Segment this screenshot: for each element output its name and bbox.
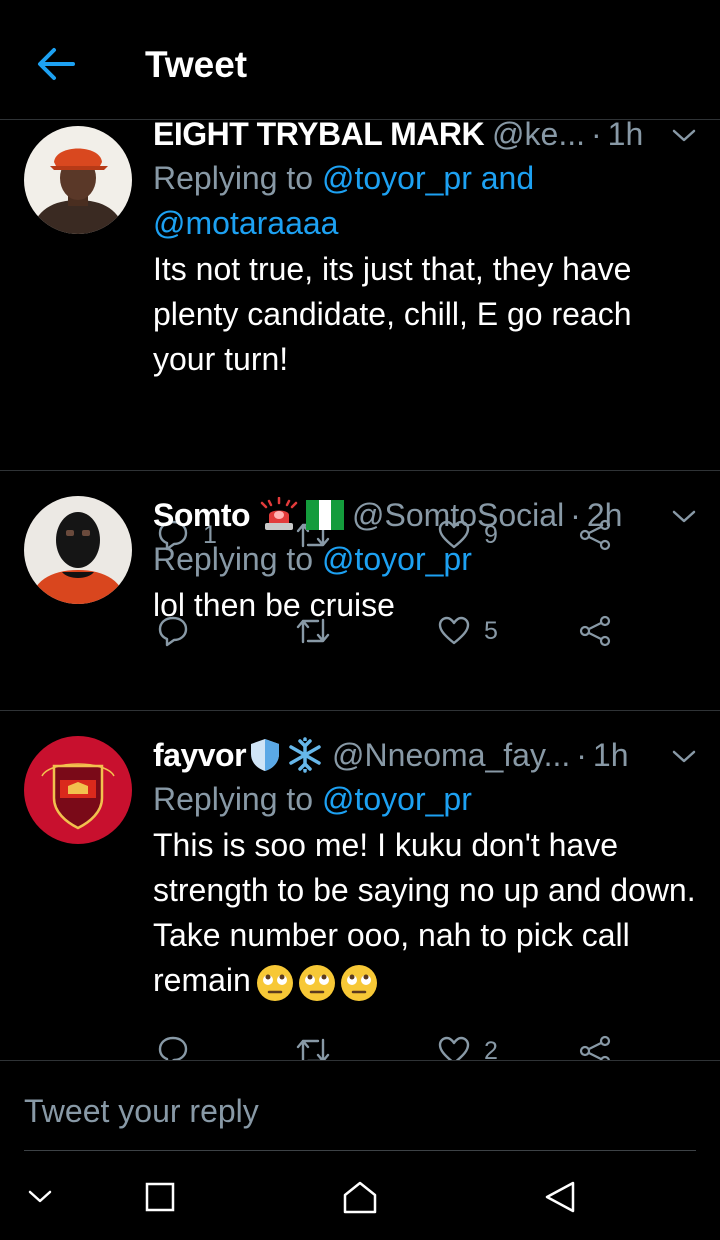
avatar[interactable]: [24, 126, 132, 234]
author-handle[interactable]: @SomtoSocial: [352, 493, 564, 537]
tweet-reply-input[interactable]: Tweet your reply: [24, 1085, 696, 1151]
reply-icon: [158, 1036, 188, 1060]
back-button[interactable]: [36, 44, 76, 84]
avatar[interactable]: [24, 736, 132, 844]
tweet-meta: Somto @SomtoSocial · 2h: [153, 493, 703, 537]
share-button[interactable]: [578, 611, 612, 651]
mention-link[interactable]: @toyor_pr: [322, 160, 472, 196]
tweet-text-content: This is soo me! I kuku don't have streng…: [153, 827, 696, 998]
tweet-actions: 2: [153, 1031, 713, 1060]
replying-to: Replying to @toyor_pr and @motaraaaa: [153, 156, 703, 246]
snowflake-emoji: [286, 736, 324, 774]
replying-to-label: Replying to: [153, 160, 314, 196]
heart-icon: [438, 1036, 470, 1060]
tweet-text: This is soo me! I kuku don't have streng…: [153, 823, 703, 1003]
chevron-down-icon[interactable]: [671, 509, 697, 525]
heart-icon: [438, 616, 470, 645]
mention-link[interactable]: @toyor_pr: [322, 781, 472, 817]
author-handle[interactable]: @ke...: [492, 120, 585, 156]
replying-to-label: Replying to: [153, 541, 314, 577]
nigeria-flag-emoji: [306, 500, 345, 530]
reply-button[interactable]: [157, 611, 189, 651]
like-button[interactable]: 2: [438, 1031, 498, 1060]
retweet-icon: [296, 1038, 330, 1060]
shield-emoji: [248, 737, 282, 773]
replying-to: Replying to @toyor_pr: [153, 777, 703, 822]
separator-dot: ·: [576, 737, 587, 773]
share-icon: [579, 615, 611, 647]
arrow-left-icon: [38, 48, 75, 80]
chevron-down-icon[interactable]: [671, 749, 697, 765]
author-name[interactable]: EIGHT TRYBAL MARK: [153, 120, 485, 156]
chevron-down-icon: [28, 1190, 52, 1203]
separator-dot: ·: [591, 120, 602, 152]
tweet-reply[interactable]: fayvor @Nneoma_fay... · 1h Replying to @…: [0, 711, 720, 1060]
chevron-down-icon[interactable]: [671, 128, 697, 144]
tweet-text: Its not true, its just that, they have p…: [153, 251, 632, 377]
back-nav-button[interactable]: [538, 1175, 582, 1219]
tweet-meta: fayvor @Nneoma_fay... · 1h: [153, 733, 703, 777]
tweet-actions: 5: [153, 611, 713, 651]
like-count: 5: [484, 616, 498, 645]
mention-link[interactable]: @toyor_pr: [322, 541, 472, 577]
like-count: 2: [484, 1036, 498, 1061]
eye-roll-emoji: [339, 963, 379, 1003]
avatar[interactable]: [24, 496, 132, 604]
mention-link[interactable]: @motaraaaa: [153, 205, 338, 241]
author-name[interactable]: Somto: [153, 493, 251, 537]
tweet-time: 1h: [592, 737, 629, 773]
tweet-meta: EIGHT TRYBAL MARK @ke... · 1h: [153, 120, 703, 156]
like-button[interactable]: 5: [438, 611, 498, 651]
share-icon: [579, 1035, 611, 1060]
recents-square-icon: [145, 1182, 175, 1212]
system-nav-bar: [0, 1150, 720, 1240]
eye-roll-emoji: [255, 963, 295, 1003]
tweet-time: 1h: [607, 120, 644, 152]
reply-composer: Tweet your reply: [0, 1060, 720, 1151]
retweet-icon: [296, 618, 330, 644]
page-title: Tweet: [145, 44, 248, 85]
tweet-time: 2h: [586, 497, 623, 533]
top-app-bar: Tweet: [0, 0, 720, 120]
home-icon: [343, 1181, 377, 1214]
reply-button[interactable]: [157, 1031, 189, 1060]
police-light-emoji: [260, 497, 298, 533]
retweet-button[interactable]: [296, 611, 330, 651]
back-triangle-icon: [545, 1181, 575, 1213]
retweet-button[interactable]: [296, 1031, 330, 1060]
replying-to-and[interactable]: and: [481, 160, 534, 196]
tweet-reply[interactable]: EIGHT TRYBAL MARK @ke... · 1h Replying t…: [0, 120, 720, 551]
author-name[interactable]: fayvor: [153, 733, 247, 777]
reply-icon: [158, 616, 188, 647]
recents-button[interactable]: [138, 1175, 182, 1219]
separator-dot: ·: [570, 497, 581, 533]
hide-keyboard-button[interactable]: [18, 1175, 62, 1219]
author-handle[interactable]: @Nneoma_fay...: [332, 733, 570, 777]
reply-list: EIGHT TRYBAL MARK @ke... · 1h Replying t…: [0, 120, 720, 1060]
share-button[interactable]: [578, 1031, 612, 1060]
replying-to: Replying to @toyor_pr: [153, 537, 703, 582]
eye-roll-emoji: [297, 963, 337, 1003]
replying-to-label: Replying to: [153, 781, 314, 817]
home-button[interactable]: [338, 1175, 382, 1219]
tweet-reply[interactable]: Somto @SomtoSocial · 2h Replying to @toy…: [0, 471, 720, 711]
